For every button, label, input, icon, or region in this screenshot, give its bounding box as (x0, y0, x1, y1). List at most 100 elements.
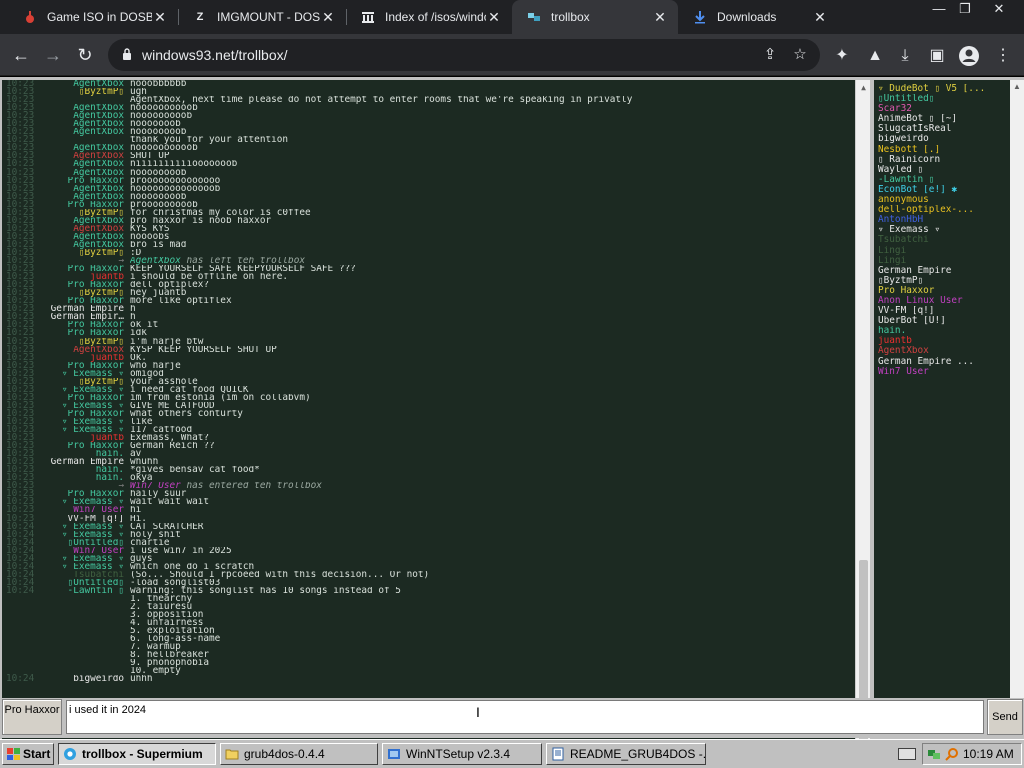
user-list-item[interactable]: -Lawntin ▯ (878, 175, 1010, 185)
user-list-item[interactable]: ▿ Exemass ▿ (878, 225, 1010, 235)
labs-flask-icon[interactable]: ▲ (864, 45, 886, 67)
message-nick[interactable]: ▿ Exemass ▿ (42, 563, 130, 571)
close-icon[interactable]: ✕ (486, 9, 502, 26)
message-nick[interactable]: AgentXbox (42, 241, 130, 249)
message-nick[interactable]: AgentXbox (42, 193, 130, 201)
user-list-item[interactable]: AnimeBot ▯ [~] (878, 114, 1010, 124)
message-nick[interactable]: AgentXbox (42, 152, 130, 160)
extensions-icon[interactable]: ✦ (831, 45, 853, 67)
message-nick[interactable]: juantb (42, 273, 130, 281)
message-nick[interactable]: ▿ Exemass ▿ (42, 555, 130, 563)
message-nick[interactable]: ▯ByztmP▯ (42, 378, 130, 386)
chat-log[interactable]: 10:23 AgentXbox nooobbbbbb 10:23 ▯ByztmP▯ ugh… (2, 80, 870, 768)
profile-avatar-icon[interactable] (958, 45, 980, 67)
close-icon[interactable]: ✕ (652, 9, 668, 26)
message-nick[interactable]: ▿ Exemass ▿ (42, 370, 130, 378)
user-list-item[interactable]: Wayled ▯ (878, 165, 1010, 175)
message-nick[interactable]: Win7 User (42, 547, 130, 555)
message-nick[interactable] (42, 635, 130, 643)
message-nick[interactable]: AgentXbox (42, 120, 130, 128)
message-nick[interactable]: ▯ByztmP▯ (42, 338, 130, 346)
message-nick[interactable] (42, 611, 130, 619)
forward-arrow-icon[interactable]: → (40, 42, 66, 68)
message-nick[interactable] (42, 136, 130, 144)
taskbar-item-grub4dos[interactable]: grub4dos-0.4.4 (220, 743, 378, 765)
message-nick[interactable]: AgentXbox (42, 160, 130, 168)
chat-scrollbar[interactable]: ▲ (855, 80, 870, 768)
message-nick[interactable]: ▿ Exemass ▿ (42, 531, 130, 539)
tab-game-iso[interactable]: Game ISO in DOSB ✕ (8, 0, 178, 34)
taskbar-item-trollbox[interactable]: trollbox - Supermium (58, 743, 216, 765)
message-nick[interactable]: Pro Haxxor (42, 329, 130, 337)
message-nick[interactable]: Win7 User (42, 506, 130, 514)
tab-trollbox[interactable]: trollbox ✕ (512, 0, 678, 34)
user-list-item[interactable]: dell-optiplex-... (878, 205, 1010, 215)
message-nick[interactable] (42, 643, 130, 651)
message-nick[interactable]: ▯ByztmP▯ (42, 249, 130, 257)
message-nick[interactable]: German Empir… (42, 313, 130, 321)
user-list-item[interactable]: Tsubatchi (878, 235, 1010, 245)
message-nick[interactable]: AgentXbox (42, 225, 130, 233)
user-list-item[interactable]: SlugcatIsReal (878, 124, 1010, 134)
close-icon[interactable]: ✕ (812, 9, 828, 26)
message-nick[interactable]: ▯Untitled▯ (42, 539, 130, 547)
user-list-scrollbar[interactable]: ▲ (1010, 80, 1024, 698)
scroll-up-arrow-icon[interactable]: ▲ (856, 80, 870, 95)
user-list-item[interactable]: UberBot [U!] (878, 316, 1010, 326)
message-nick[interactable]: Pro Haxxor (42, 362, 130, 370)
tab-index-isos[interactable]: Index of /isos/windo ✕ (346, 0, 512, 34)
message-nick[interactable]: Pro Haxxor (42, 321, 130, 329)
message-nick[interactable]: AgentXbox (42, 104, 130, 112)
message-nick[interactable]: ▿ Exemass ▿ (42, 418, 130, 426)
user-list-item[interactable]: Pro Haxxor (878, 286, 1010, 296)
user-list-item[interactable]: anonymous (878, 195, 1010, 205)
user-list-item[interactable]: Lingi (878, 246, 1010, 256)
user-list-item[interactable]: hain. (878, 326, 1010, 336)
user-list-item[interactable]: EconBot [e!] ✱ (878, 185, 1010, 195)
user-list-item[interactable]: German Empire (878, 266, 1010, 276)
message-nick[interactable]: → (42, 257, 130, 265)
user-list-item[interactable]: Lingi (878, 256, 1010, 266)
message-nick[interactable]: ▿ Exemass ▿ (42, 426, 130, 434)
side-panel-icon[interactable]: ▣ (926, 45, 948, 67)
user-list-item[interactable]: ▿ DudeBot ▯ V5 [... (878, 84, 1010, 94)
user-list-item[interactable]: Nesbott [.] (878, 145, 1010, 155)
message-nick[interactable]: AgentXbox (42, 185, 130, 193)
message-nick[interactable]: Pro Haxxor (42, 410, 130, 418)
send-button[interactable]: Send (987, 699, 1023, 735)
user-list-item[interactable]: ▯Untitled▯ (878, 94, 1010, 104)
message-nick[interactable]: Pro Haxxor (42, 177, 130, 185)
user-list-item[interactable]: AntonHbH (878, 215, 1010, 225)
message-nick[interactable]: AgentXbox (42, 80, 130, 88)
message-nick[interactable]: ▿ Exemass ▿ (42, 386, 130, 394)
download-icon[interactable]: ⤓ (894, 45, 916, 67)
user-list-item[interactable]: German Empire ... (878, 357, 1010, 367)
back-arrow-icon[interactable]: ← (8, 42, 34, 68)
start-button[interactable]: Start (2, 743, 54, 765)
message-nick[interactable]: ▯Untitled▯ (42, 579, 130, 587)
message-nick[interactable]: ▯ByztmP▯ (42, 289, 130, 297)
message-nick[interactable]: Pro Haxxor (42, 281, 130, 289)
keyboard-icon[interactable] (898, 748, 916, 760)
address-bar[interactable]: windows93.net/trollbox/ ⇪ ☆ (108, 39, 820, 71)
user-list-item[interactable]: juantb (878, 336, 1010, 346)
message-nick[interactable]: ▯ByztmP▯ (42, 88, 130, 96)
message-nick[interactable]: AgentXbox (42, 217, 130, 225)
message-nick[interactable]: → (42, 482, 130, 490)
restore-icon[interactable]: ❐ (948, 0, 982, 18)
user-list-item[interactable]: VV-FM [q!] (878, 306, 1010, 316)
message-nick[interactable]: German Empire (42, 458, 130, 466)
message-nick[interactable] (42, 651, 130, 659)
user-list-item[interactable]: Scar32 (878, 104, 1010, 114)
user-list-item[interactable]: AgentXbox (878, 346, 1010, 356)
message-nick[interactable]: ▿ Exemass ▿ (42, 402, 130, 410)
message-nick[interactable] (42, 627, 130, 635)
search-magnifier-icon[interactable] (945, 747, 959, 761)
message-nick[interactable] (42, 595, 130, 603)
message-nick[interactable]: Pro Haxxor (42, 265, 130, 273)
clock[interactable]: 10:19 AM (963, 747, 1014, 761)
lock-icon[interactable] (122, 48, 132, 60)
message-nick[interactable]: AgentXbox (42, 346, 130, 354)
message-nick[interactable]: Tsubatchi (42, 571, 130, 579)
message-nick[interactable]: ▿ Exemass ▿ (42, 523, 130, 531)
